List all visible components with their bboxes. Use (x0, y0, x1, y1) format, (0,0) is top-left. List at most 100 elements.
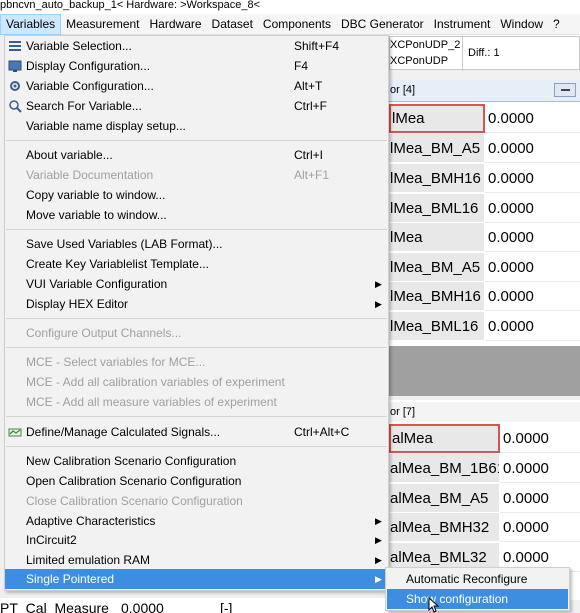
menu-item-label: Close Calibration Scenario Configuration (26, 494, 243, 508)
search-icon (8, 99, 22, 113)
submenu-item-automatic-reconfigure[interactable]: Automatic Reconfigure (387, 569, 568, 589)
submenu-arrow-icon: ▶ (375, 535, 382, 545)
menu-item-mce-select-variables: MCE - Select variables for MCE... (5, 352, 388, 372)
menu-item-label: Variable Configuration... (26, 79, 154, 93)
editor-bottom-title: or [7] (390, 406, 416, 418)
menu-components[interactable]: Components (258, 14, 336, 35)
menu-item-move-variable-to-window[interactable]: Move variable to window... (5, 205, 388, 225)
menu-hardware[interactable]: Hardware (145, 14, 207, 35)
menu-help[interactable]: ? (548, 14, 565, 35)
menu-item-label: Single Pointered (26, 572, 115, 586)
menu-item-incircuit2[interactable]: InCircuit2 ▶ (5, 530, 388, 550)
menu-separator (6, 229, 387, 230)
connection-line-2: XCPonUDP (390, 55, 449, 67)
variable-value[interactable]: 0.0000 (485, 194, 580, 223)
variable-value[interactable]: 0.0000 (500, 454, 580, 483)
single-pointered-submenu: Automatic Reconfigure Show configuration (385, 567, 570, 611)
menu-item-shortcut: Ctrl+I (294, 148, 324, 162)
connection-divider (462, 37, 463, 71)
variable-value[interactable]: 0.0000 (500, 513, 580, 542)
minimize-icon[interactable] (554, 83, 576, 97)
submenu-arrow-icon: ▶ (375, 299, 382, 309)
menu-item-label: Limited emulation RAM (26, 553, 151, 567)
menu-item-variable-documentation: Variable Documentation Alt+F1 (5, 165, 388, 185)
menu-separator (6, 347, 387, 348)
menu-item-variable-selection[interactable]: Variable Selection... Shift+F4 (5, 36, 388, 56)
menu-item-label: MCE - Add all measure variables of exper… (26, 395, 277, 409)
variable-name[interactable]: lMea (389, 223, 485, 252)
calc-signals-icon (8, 425, 22, 439)
variable-value[interactable]: 0.0000 (485, 164, 580, 193)
menu-separator (6, 318, 387, 319)
variable-name[interactable]: lMea_BML16 (389, 312, 485, 341)
variable-name[interactable]: alMea_BM_A5 (389, 484, 500, 513)
menu-item-display-configuration[interactable]: Display Configuration... F4 (5, 56, 388, 76)
editor-top-title: or [4] (390, 84, 416, 96)
menu-window[interactable]: Window (495, 14, 548, 35)
variable-name[interactable]: lMea_BM_A5 (389, 253, 485, 282)
menu-item-search-for-variable[interactable]: Search For Variable... Ctrl+F (5, 96, 388, 116)
variable-value[interactable]: 0.0000 (500, 484, 580, 513)
menu-item-label: Adaptive Characteristics (26, 514, 156, 528)
connection-line-1: XCPonUDP_2 (390, 39, 461, 51)
menu-item-new-calibration-scenario[interactable]: New Calibration Scenario Configuration (5, 451, 388, 471)
variable-value[interactable]: 0.0000 (485, 312, 580, 341)
variable-name[interactable]: lMea_BMH16 (389, 164, 485, 193)
menu-separator (6, 140, 387, 141)
editor-top-header: or [4] (389, 80, 580, 102)
variable-name[interactable]: lMea_BMH16 (389, 282, 485, 311)
menu-separator (6, 446, 387, 447)
table-row[interactable]: PT_Cal_Measure 0.0000 [-] (0, 598, 389, 613)
variable-name[interactable]: lMea_BM_A5 (389, 134, 485, 163)
menu-item-label: VUI Variable Configuration (26, 277, 168, 291)
menu-item-open-calibration-scenario[interactable]: Open Calibration Scenario Configuration (5, 471, 388, 491)
variable-name[interactable]: alMea_BMH32 (389, 513, 500, 542)
menu-item-adaptive-characteristics[interactable]: Adaptive Characteristics ▶ (5, 511, 388, 531)
menu-item-shortcut: Ctrl+F (294, 99, 327, 113)
menu-item-variable-name-display-setup[interactable]: Variable name display setup... (5, 116, 388, 136)
menu-item-vui-variable-configuration[interactable]: VUI Variable Configuration ▶ (5, 274, 388, 294)
menu-item-copy-variable-to-window[interactable]: Copy variable to window... (5, 185, 388, 205)
variable-value[interactable]: 0.0000 (485, 282, 580, 311)
variable-name[interactable]: alMea (389, 424, 500, 453)
menu-instrument[interactable]: Instrument (429, 14, 496, 35)
variable-name[interactable]: alMea_BM_1B61 (389, 454, 500, 483)
menu-variables[interactable]: Variables (0, 13, 62, 35)
submenu-item-show-configuration[interactable]: Show configuration (387, 589, 568, 609)
variable-value[interactable]: 0.0000 (485, 134, 580, 163)
menu-item-label: Create Key Variablelist Template... (26, 257, 209, 271)
variable-value[interactable]: 0.0000 (485, 253, 580, 282)
menu-measurement[interactable]: Measurement (61, 14, 144, 35)
menu-item-variable-configuration[interactable]: Variable Configuration... Alt+T (5, 76, 388, 96)
variable-value[interactable]: 0.0000 (485, 104, 580, 133)
menu-item-label: Define/Manage Calculated Signals... (26, 425, 221, 439)
menu-item-label: Move variable to window... (26, 208, 167, 222)
menubar: Variables Measurement Hardware Dataset C… (0, 13, 580, 35)
menu-item-display-hex-editor[interactable]: Display HEX Editor ▶ (5, 294, 388, 314)
menu-dataset[interactable]: Dataset (207, 14, 258, 35)
menu-item-mce-add-measure-variables: MCE - Add all measure variables of exper… (5, 392, 388, 412)
submenu-arrow-icon: ▶ (375, 279, 382, 289)
submenu-arrow-icon: ▶ (375, 574, 382, 584)
menu-item-shortcut: Alt+F1 (294, 168, 330, 182)
window-title: pbncvn_auto_backup_1< Hardware: >Workspa… (0, 0, 580, 14)
menu-item-create-key-variablelist-template[interactable]: Create Key Variablelist Template... (5, 254, 388, 274)
mouse-cursor-icon (428, 597, 440, 613)
editor-bottom-header: or [7] (389, 402, 580, 422)
menu-item-about-variable[interactable]: About variable... Ctrl+I (5, 145, 388, 165)
menu-item-single-pointered[interactable]: Single Pointered ▶ (5, 569, 388, 589)
variable-name[interactable]: lMea (389, 104, 485, 133)
menu-item-save-used-variables[interactable]: Save Used Variables (LAB Format)... (5, 234, 388, 254)
menu-item-limited-emulation-ram[interactable]: Limited emulation RAM ▶ (5, 550, 388, 570)
variable-value[interactable]: 0.0000 (485, 223, 580, 252)
menu-item-define-manage-calculated-signals[interactable]: Define/Manage Calculated Signals... Ctrl… (5, 422, 388, 442)
variable-unit: [-] (220, 600, 233, 613)
variable-name[interactable]: PT_Cal_Measure (0, 598, 109, 613)
menu-dbc-generator[interactable]: DBC Generator (336, 14, 429, 35)
menu-item-configure-output-channels: Configure Output Channels... (5, 323, 388, 343)
variable-name[interactable]: lMea_BML16 (389, 194, 485, 223)
variable-value[interactable]: 0.0000 (121, 598, 164, 613)
connection-diff: Diff.: 1 (468, 47, 500, 59)
variable-value[interactable]: 0.0000 (500, 424, 580, 453)
menu-item-label: MCE - Select variables for MCE... (26, 355, 206, 369)
